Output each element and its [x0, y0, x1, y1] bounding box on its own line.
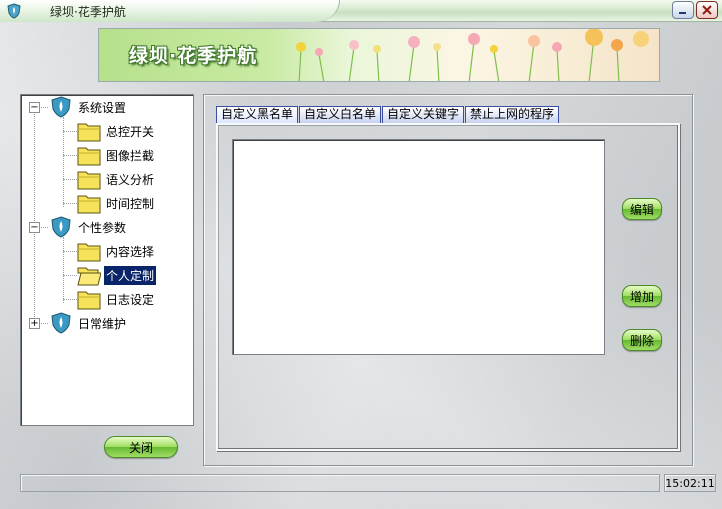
- settings-tree[interactable]: − 系统设置 总控开关 图像拦截 语义分析 时间控制 − 个性参数 内容选择 个…: [20, 94, 194, 426]
- tab-custom-blacklist[interactable]: 自定义黑名单: [216, 106, 299, 123]
- tree-node-image-filter[interactable]: 图像拦截: [77, 144, 156, 166]
- tree-label: 日常维护: [78, 316, 127, 331]
- tree-node-time-control[interactable]: 时间控制: [77, 192, 156, 214]
- tree-label: 时间控制: [106, 196, 155, 211]
- banner: 绿坝·花季护航: [98, 28, 660, 82]
- tree-label: 系统设置: [78, 100, 127, 115]
- folder-icon: [77, 291, 101, 310]
- edit-button[interactable]: 编辑: [622, 198, 662, 220]
- close-button[interactable]: 关闭: [104, 436, 178, 458]
- tree-node-system-settings[interactable]: 系统设置: [49, 96, 128, 118]
- collapse-personal-params[interactable]: −: [29, 222, 40, 233]
- delete-button[interactable]: 删除: [622, 329, 662, 351]
- tab-blocked-programs[interactable]: 禁止上网的程序: [465, 106, 560, 123]
- tree-label: 个人定制: [104, 265, 157, 285]
- tree-label: 个性参数: [78, 220, 127, 235]
- tree-label: 语义分析: [106, 172, 155, 187]
- expand-daily-maintenance[interactable]: +: [29, 318, 40, 329]
- blacklist-listbox[interactable]: [232, 139, 605, 355]
- folder-icon: [77, 123, 101, 142]
- shield-icon: [51, 216, 71, 238]
- close-icon: [702, 5, 712, 15]
- tree-label: 日志设定: [106, 292, 155, 307]
- tree-label: 图像拦截: [106, 148, 155, 163]
- window-title: 绿坝·花季护航: [50, 5, 126, 19]
- status-bar: [20, 474, 660, 492]
- tree-node-semantic-analysis[interactable]: 语义分析: [77, 168, 156, 190]
- app-shield-icon[interactable]: [6, 3, 22, 19]
- tree-node-master-switch[interactable]: 总控开关: [77, 120, 156, 142]
- add-button[interactable]: 增加: [622, 285, 662, 307]
- tab-strip: 自定义黑名单 自定义白名单 自定义关键字 禁止上网的程序: [216, 106, 560, 123]
- tree-node-personal-params[interactable]: 个性参数: [49, 216, 128, 238]
- minimize-button[interactable]: [672, 1, 694, 19]
- shield-icon: [51, 96, 71, 118]
- tab-custom-keywords[interactable]: 自定义关键字: [382, 106, 465, 123]
- minimize-icon: [679, 12, 686, 14]
- folder-icon: [77, 243, 101, 262]
- tree-node-content-selection[interactable]: 内容选择: [77, 240, 156, 262]
- close-window-button[interactable]: [696, 1, 718, 19]
- folder-icon: [77, 147, 101, 166]
- collapse-system-settings[interactable]: −: [29, 102, 40, 113]
- tree-label: 内容选择: [106, 244, 155, 259]
- open-folder-icon: [77, 267, 101, 286]
- flowers-decoration: [296, 29, 649, 81]
- banner-title: 绿坝·花季护航: [129, 45, 258, 67]
- title-bar: 绿坝·花季护航: [0, 0, 722, 22]
- tree-node-personal-custom[interactable]: 个人定制: [77, 264, 157, 286]
- status-time: 15:02:11: [664, 474, 716, 492]
- folder-icon: [77, 195, 101, 214]
- tab-custom-whitelist[interactable]: 自定义白名单: [299, 106, 382, 123]
- tree-node-log-settings[interactable]: 日志设定: [77, 288, 156, 310]
- tree-node-daily-maintenance[interactable]: 日常维护: [49, 312, 128, 334]
- shield-icon: [51, 312, 71, 334]
- tree-label: 总控开关: [106, 124, 155, 139]
- folder-icon: [77, 171, 101, 190]
